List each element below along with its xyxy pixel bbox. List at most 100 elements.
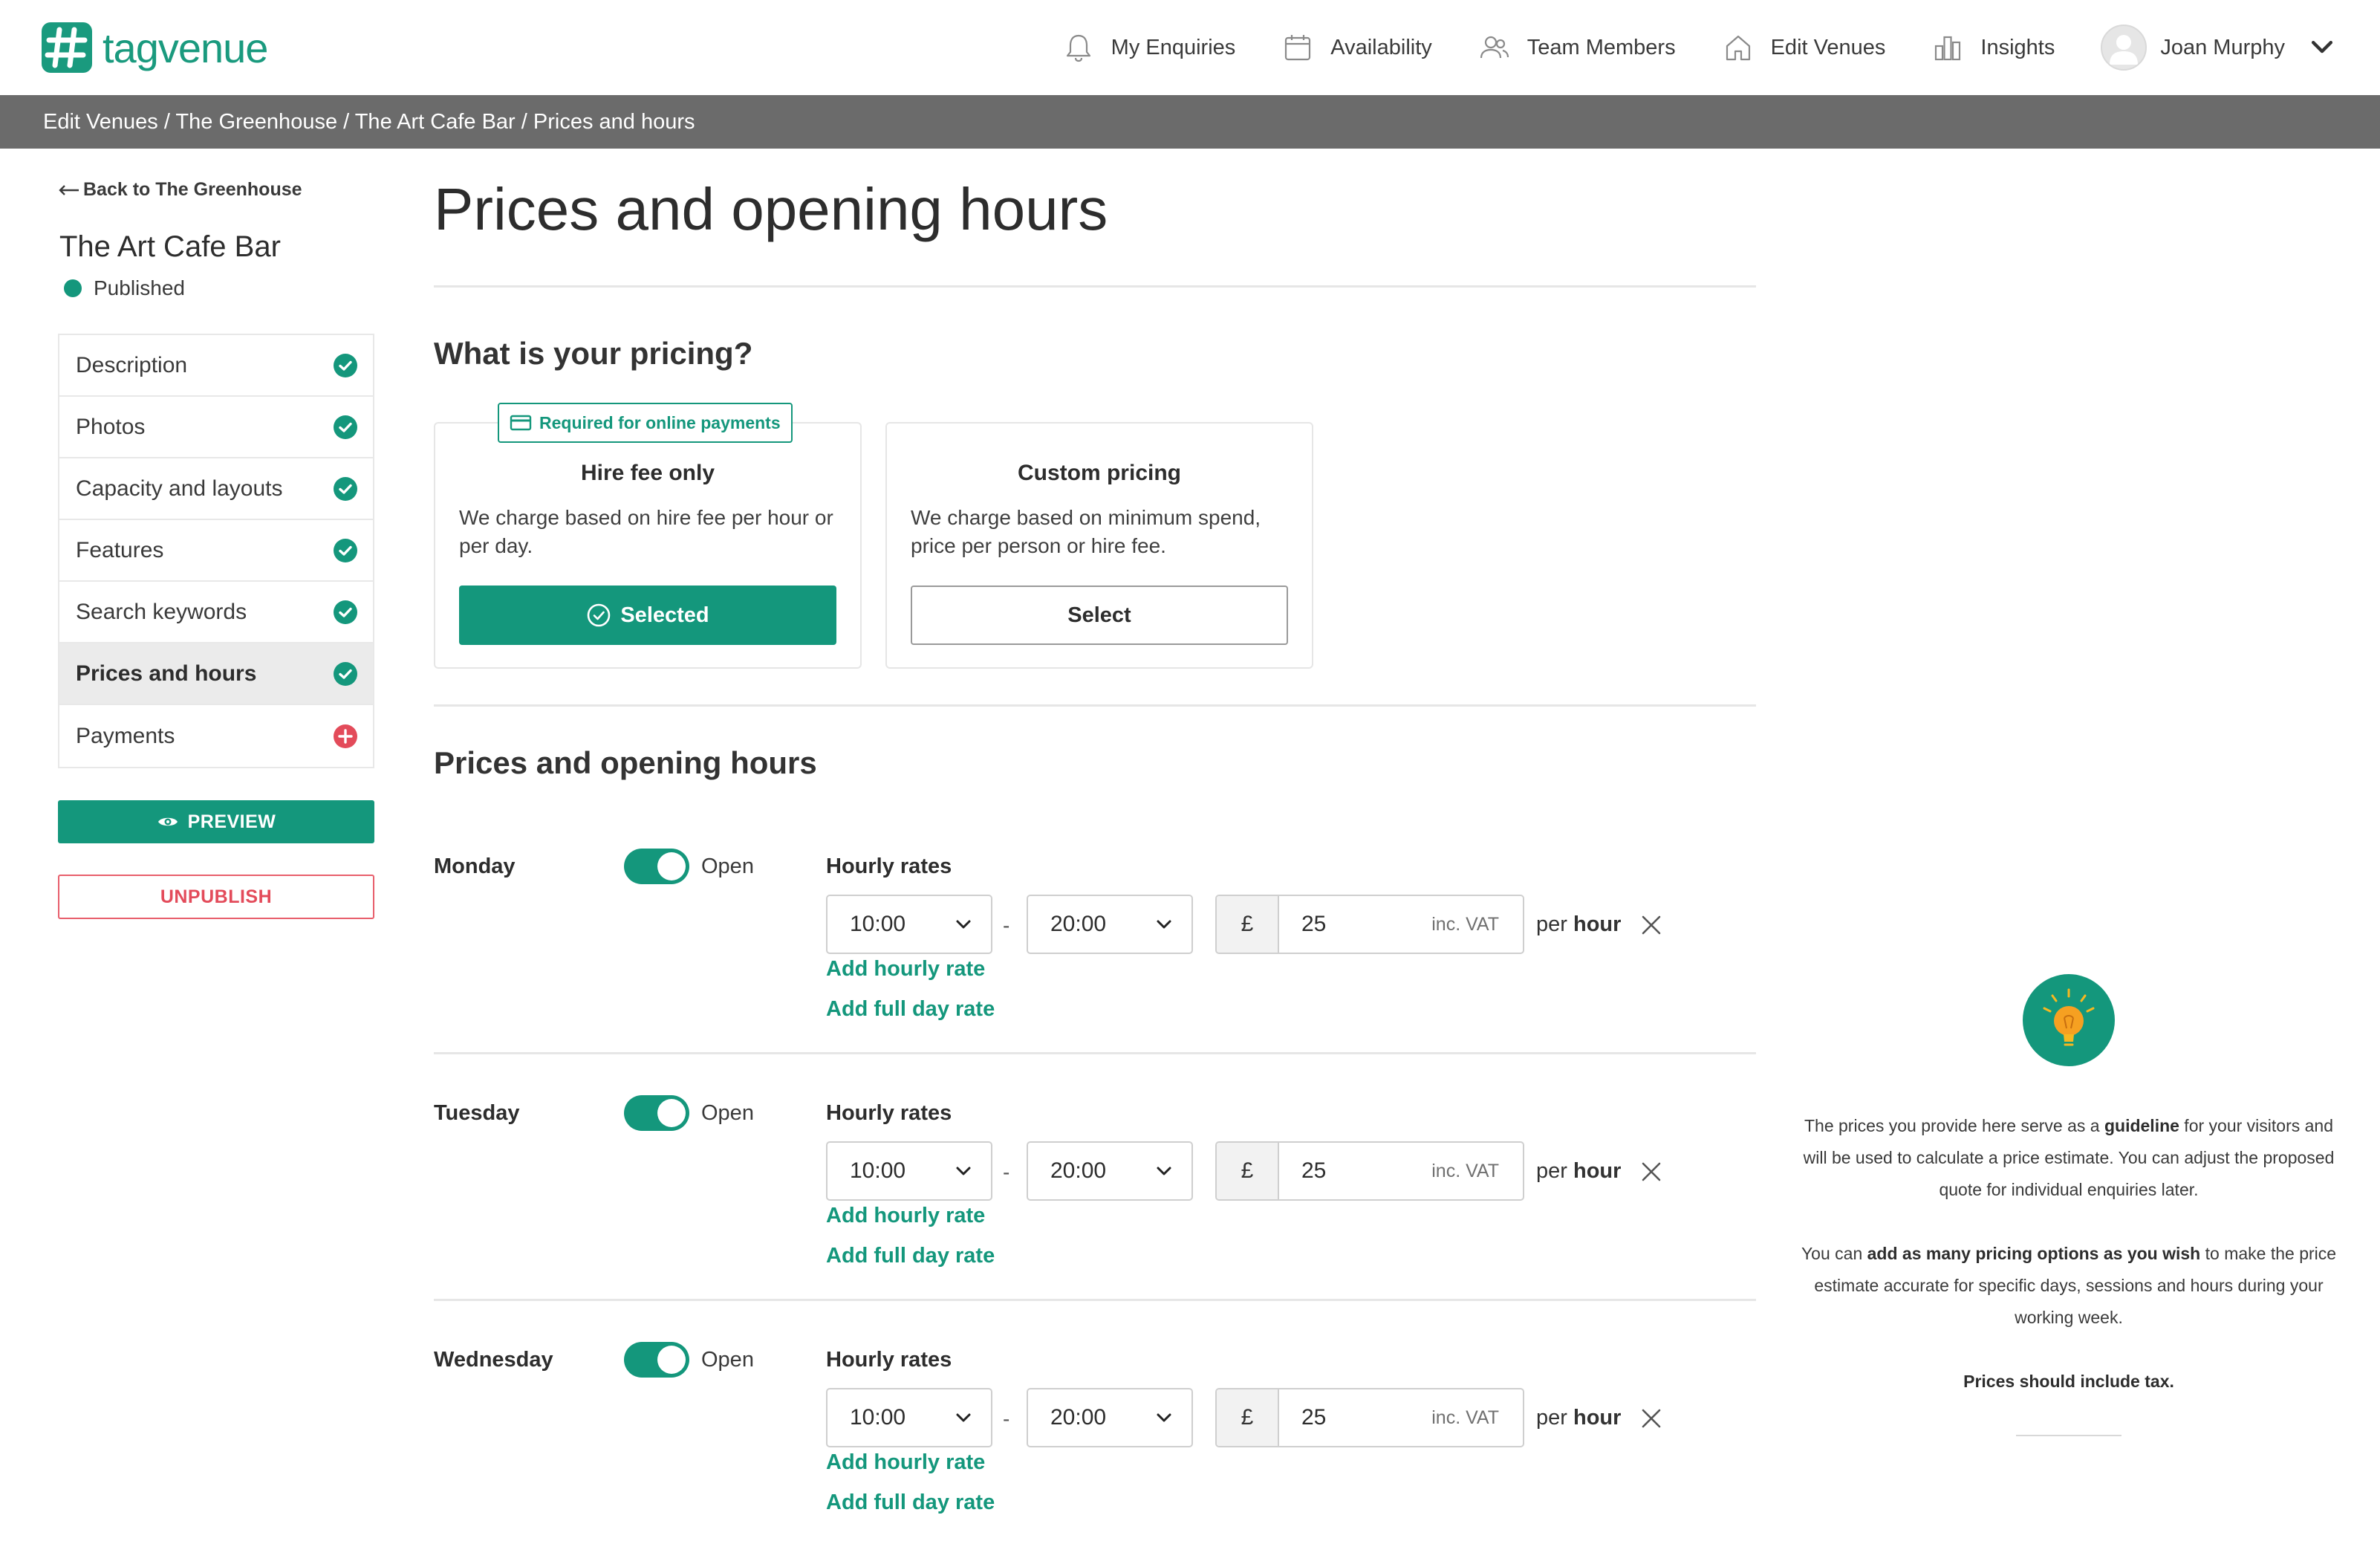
to-time-value: 20:00 — [1050, 1405, 1107, 1430]
vat-label: inc. VAT — [1431, 913, 1499, 935]
divider — [434, 704, 1756, 707]
nav-my-enquiries[interactable]: My Enquiries — [1062, 31, 1235, 64]
vat-label: inc. VAT — [1431, 1407, 1499, 1428]
to-time-select[interactable]: 20:00 — [1027, 1388, 1193, 1447]
arrow-left-icon — [59, 184, 79, 195]
nav-availability[interactable]: Availability — [1281, 31, 1432, 64]
pricing-option-custom[interactable]: Custom pricing We charge based on minimu… — [885, 422, 1313, 669]
sidebar-item-capacity[interactable]: Capacity and layouts — [59, 458, 373, 520]
nav-team-members[interactable]: Team Members — [1478, 31, 1676, 64]
from-time-value: 10:00 — [850, 1158, 906, 1183]
add-full-day-rate-link[interactable]: Add full day rate — [826, 1491, 995, 1515]
option-title: Hire fee only — [580, 461, 715, 485]
preview-button[interactable]: PREVIEW — [58, 800, 374, 843]
price-value[interactable]: 25 — [1279, 1389, 1431, 1446]
unpublish-button[interactable]: UNPUBLISH — [58, 875, 374, 919]
venue-section-menu: Description Photos Capacity and layouts … — [58, 334, 374, 768]
check-circle-icon — [334, 353, 357, 377]
tagvenue-logo[interactable]: tagvenue — [42, 19, 268, 76]
unit-label: hour — [1573, 1406, 1622, 1430]
open-toggle[interactable] — [624, 1342, 689, 1378]
sidebar-item-description[interactable]: Description — [59, 335, 373, 397]
check-circle-icon — [334, 661, 357, 686]
range-separator: - — [1003, 1407, 1010, 1430]
tip-emphasis: add as many pricing options as you wish — [1867, 1244, 2201, 1263]
back-link[interactable]: Back to The Greenhouse — [58, 179, 302, 201]
add-hourly-rate-link[interactable]: Add hourly rate — [826, 1204, 985, 1228]
users-icon — [1480, 36, 1509, 59]
close-icon[interactable] — [1640, 1407, 1662, 1430]
breadcrumb[interactable]: Edit Venues / The Greenhouse / The Art C… — [43, 110, 695, 134]
divider — [2016, 1435, 2121, 1436]
add-full-day-rate-link[interactable]: Add full day rate — [826, 1244, 995, 1268]
home-icon — [1726, 35, 1750, 61]
open-label: Open — [701, 854, 754, 878]
add-hourly-rate-link[interactable]: Add hourly rate — [826, 1450, 985, 1475]
price-input[interactable]: £ 25 inc. VAT — [1215, 895, 1524, 954]
divider — [434, 1052, 1756, 1054]
page-title: Prices and opening hours — [434, 176, 1108, 242]
from-time-select[interactable]: 10:00 — [826, 1141, 992, 1201]
from-time-select[interactable]: 10:00 — [826, 1388, 992, 1447]
bar-chart-icon — [1935, 36, 1961, 61]
sidebar-item-prices-and-hours[interactable]: Prices and hours — [59, 643, 373, 705]
required-badge-label: Required for online payments — [539, 412, 781, 432]
day-name: Monday — [434, 854, 516, 878]
option-description: We charge based on hire fee per hour or … — [459, 506, 833, 557]
sidebar-item-label: Capacity and layouts — [76, 476, 283, 501]
sidebar-item-payments[interactable]: Payments — [59, 705, 373, 767]
selected-button[interactable]: Selected — [459, 586, 836, 645]
calendar-icon — [1285, 35, 1311, 61]
close-icon[interactable] — [1640, 914, 1662, 936]
sidebar-item-label: Description — [76, 352, 188, 377]
check-circle-icon — [334, 415, 357, 439]
user-silhouette-icon — [2110, 35, 2139, 65]
add-hourly-rate-link[interactable]: Add hourly rate — [826, 957, 985, 982]
sidebar-item-features[interactable]: Features — [59, 520, 373, 582]
sidebar-item-photos[interactable]: Photos — [59, 397, 373, 458]
open-toggle[interactable] — [624, 849, 689, 884]
range-separator: - — [1003, 1161, 1010, 1184]
to-time-value: 20:00 — [1050, 1158, 1107, 1183]
logo-hash-icon — [42, 22, 92, 73]
check-circle-icon — [334, 600, 357, 624]
chevron-down-icon — [956, 1413, 971, 1422]
user-menu[interactable]: Joan Murphy — [2101, 25, 2338, 71]
per-label: per — [1536, 1406, 1567, 1430]
logo-text: tagvenue — [103, 24, 268, 71]
select-button[interactable]: Select — [911, 586, 1288, 645]
divider — [434, 1299, 1756, 1301]
currency-symbol: £ — [1217, 1389, 1279, 1446]
price-input[interactable]: £ 25 inc. VAT — [1215, 1388, 1524, 1447]
tip-text: You can — [1801, 1244, 1867, 1263]
nav-availability-label: Availability — [1330, 35, 1432, 59]
price-value[interactable]: 25 — [1279, 1143, 1431, 1199]
chevron-down-icon — [956, 920, 971, 929]
divider — [434, 285, 1756, 288]
from-time-select[interactable]: 10:00 — [826, 895, 992, 954]
open-label: Open — [701, 1348, 754, 1372]
sidebar-item-search-keywords[interactable]: Search keywords — [59, 582, 373, 643]
check-circle-outline-icon — [588, 603, 611, 627]
pricing-option-hire-fee[interactable]: Required for online payments Hire fee on… — [434, 403, 862, 669]
price-value[interactable]: 25 — [1279, 896, 1431, 953]
status-dot — [64, 279, 82, 297]
option-description: We charge based on minimum spend, price … — [911, 506, 1261, 557]
chevron-down-icon — [956, 1167, 971, 1175]
price-input[interactable]: £ 25 inc. VAT — [1215, 1141, 1524, 1201]
open-toggle[interactable] — [624, 1095, 689, 1131]
plus-circle-icon — [334, 724, 357, 748]
hourly-rates-label: Hourly rates — [826, 1348, 952, 1372]
to-time-select[interactable]: 20:00 — [1027, 895, 1193, 954]
add-full-day-rate-link[interactable]: Add full day rate — [826, 997, 995, 1022]
nav-insights[interactable]: Insights — [1931, 31, 2055, 64]
eye-icon — [157, 817, 178, 826]
tip-tax-note: Prices should include tax. — [1963, 1372, 2174, 1391]
back-link-label: Back to The Greenhouse — [83, 179, 302, 200]
status-badge: Published — [64, 276, 185, 300]
close-icon[interactable] — [1640, 1161, 1662, 1183]
to-time-select[interactable]: 20:00 — [1027, 1141, 1193, 1201]
nav-edit-venues[interactable]: Edit Venues — [1722, 31, 1885, 64]
chevron-down-icon — [1157, 1413, 1171, 1422]
per-label: per — [1536, 1159, 1567, 1183]
